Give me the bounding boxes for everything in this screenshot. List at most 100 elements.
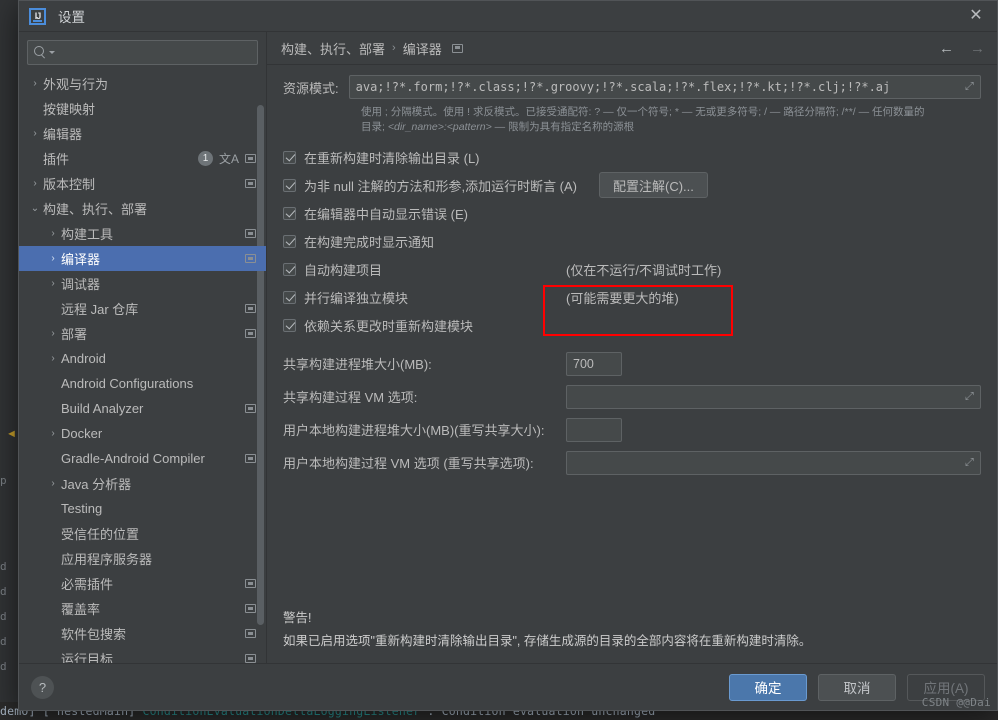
- copy-icon[interactable]: [245, 254, 256, 263]
- sidebar-item-label: 远程 Jar 仓库: [61, 302, 139, 317]
- gutter-text: d: [0, 610, 7, 623]
- field-input-0[interactable]: [566, 351, 622, 376]
- checkbox-label-5[interactable]: 并行编译独立模块: [304, 288, 408, 307]
- checkbox-2[interactable]: [283, 206, 296, 220]
- resource-pattern-input[interactable]: [348, 75, 981, 99]
- field-label-3: 用户本地构建过程 VM 选项 (重写共享选项):: [283, 456, 534, 471]
- configure-annotations-button[interactable]: 配置注解(C)...: [599, 172, 708, 198]
- copy-icon[interactable]: [245, 179, 256, 188]
- sidebar-item-label: 调试器: [61, 277, 101, 292]
- field-input-2[interactable]: [566, 417, 622, 442]
- checkbox-list: 在重新构建时清除输出目录 (L) 为非 null 注解的方法和形参,添加运行时断言…: [283, 143, 981, 339]
- checkbox-3[interactable]: [283, 234, 296, 248]
- sidebar-item-13[interactable]: Build Analyzer: [19, 396, 266, 421]
- copy-icon[interactable]: [245, 154, 256, 163]
- checkbox-5[interactable]: [283, 290, 296, 304]
- settings-content: 构建、执行、部署 › 编译器 ← → 资源模式: ⤢: [267, 32, 997, 663]
- checkbox-4[interactable]: [283, 262, 296, 276]
- copy-icon[interactable]: [245, 454, 256, 463]
- sidebar-item-4[interactable]: › 版本控制: [19, 171, 266, 196]
- field-row-2: 用户本地构建进程堆大小(MB)(重写共享大小):: [283, 413, 981, 446]
- sidebar-item-0[interactable]: › 外观与行为: [19, 71, 266, 96]
- sidebar-item-2[interactable]: › 编辑器: [19, 121, 266, 146]
- sidebar-item-label: 受信任的位置: [61, 527, 140, 542]
- checkbox-label-4[interactable]: 自动构建项目: [304, 260, 382, 279]
- sidebar-item-1[interactable]: 按键映射: [19, 96, 266, 121]
- translate-icon[interactable]: 文A: [219, 153, 239, 165]
- search-box[interactable]: [27, 40, 258, 65]
- copy-icon[interactable]: [245, 329, 256, 338]
- checkbox-6[interactable]: [283, 318, 296, 332]
- navigation-arrows: ← →: [939, 32, 985, 65]
- chevron-icon[interactable]: ›: [45, 253, 61, 264]
- copy-icon[interactable]: [451, 43, 463, 53]
- copy-icon[interactable]: [245, 604, 256, 613]
- help-button[interactable]: ?: [31, 675, 54, 699]
- sidebar-item-label: 应用程序服务器: [61, 552, 153, 567]
- sidebar-item-3[interactable]: 插件 1 文A: [19, 146, 266, 171]
- chevron-icon[interactable]: ⌄: [27, 203, 43, 214]
- sidebar-item-15[interactable]: Gradle-Android Compiler: [19, 446, 266, 471]
- warning-title: 警告!: [283, 611, 312, 625]
- sidebar-item-17[interactable]: Testing: [19, 496, 266, 521]
- chevron-icon[interactable]: ›: [45, 353, 61, 364]
- content-area: 资源模式: ⤢ 使用 ; 分隔模式。使用 ! 求反模式。已接受通配符: ? — …: [267, 65, 997, 663]
- breadcrumb-parent[interactable]: 构建、执行、部署: [281, 39, 385, 58]
- chevron-icon[interactable]: ›: [45, 278, 61, 289]
- checkbox-label-3[interactable]: 在构建完成时显示通知: [304, 232, 434, 251]
- sidebar-item-label: 构建、执行、部署: [43, 202, 148, 217]
- search-icon: [34, 46, 47, 59]
- search-input[interactable]: [59, 44, 251, 61]
- copy-icon[interactable]: [245, 304, 256, 313]
- copy-icon[interactable]: [245, 579, 256, 588]
- copy-icon[interactable]: [245, 404, 256, 413]
- field-row-0: 共享构建进程堆大小(MB):: [283, 347, 981, 380]
- checkbox-label-1[interactable]: 为非 null 注解的方法和形参,添加运行时断言 (A): [304, 176, 577, 195]
- sidebar-item-23[interactable]: 运行目标: [19, 646, 266, 663]
- sidebar-item-16[interactable]: › Java 分析器: [19, 471, 266, 496]
- sidebar-item-8[interactable]: › 调试器: [19, 271, 266, 296]
- ok-button[interactable]: 确定: [729, 673, 807, 701]
- arrow-left-icon[interactable]: ←: [939, 41, 954, 56]
- sidebar-item-9[interactable]: 远程 Jar 仓库: [19, 296, 266, 321]
- chevron-icon[interactable]: ›: [45, 478, 61, 489]
- sidebar-item-10[interactable]: › 部署: [19, 321, 266, 346]
- field-input-3[interactable]: [566, 450, 981, 475]
- sidebar-item-11[interactable]: › Android: [19, 346, 266, 371]
- settings-tree[interactable]: › 外观与行为 按键映射 › 编辑器 插件 1 文A › 版本控制 ⌄ 构建、执行、部署 › 构建工具 › 编…: [19, 69, 266, 663]
- chevron-icon[interactable]: ›: [27, 128, 43, 139]
- sidebar-item-19[interactable]: 应用程序服务器: [19, 546, 266, 571]
- sidebar-item-20[interactable]: 必需插件: [19, 571, 266, 596]
- field-input-1[interactable]: [566, 384, 981, 409]
- sidebar-item-12[interactable]: Android Configurations: [19, 371, 266, 396]
- cancel-button[interactable]: 取消: [818, 673, 896, 701]
- sidebar-item-18[interactable]: 受信任的位置: [19, 521, 266, 546]
- chevron-icon[interactable]: ›: [27, 178, 43, 189]
- close-icon[interactable]: ✕: [965, 6, 987, 26]
- chevron-icon[interactable]: ›: [45, 328, 61, 339]
- checkbox-1[interactable]: [283, 178, 296, 192]
- copy-icon[interactable]: [245, 229, 256, 238]
- arrow-right-icon[interactable]: →: [970, 41, 985, 56]
- sidebar-item-14[interactable]: › Docker: [19, 421, 266, 446]
- copy-icon[interactable]: [245, 654, 256, 663]
- sidebar-item-6[interactable]: › 构建工具: [19, 221, 266, 246]
- sidebar-item-22[interactable]: 软件包搜索: [19, 621, 266, 646]
- sidebar-item-21[interactable]: 覆盖率: [19, 596, 266, 621]
- checkbox-label-0[interactable]: 在重新构建时清除输出目录 (L): [304, 148, 480, 167]
- dialog-body: › 外观与行为 按键映射 › 编辑器 插件 1 文A › 版本控制 ⌄ 构建、执行、部署 › 构建工具 › 编…: [19, 32, 997, 663]
- copy-icon[interactable]: [245, 629, 256, 638]
- sidebar-item-icons: [245, 571, 256, 596]
- hint-line-1: 使用 ; 分隔模式。使用 ! 求反模式。已接受通配符: ? — 仅一个符号; *…: [361, 106, 925, 118]
- sidebar-item-5[interactable]: ⌄ 构建、执行、部署: [19, 196, 266, 221]
- chevron-icon[interactable]: ›: [27, 78, 43, 89]
- checkbox-0[interactable]: [283, 150, 296, 164]
- chevron-icon[interactable]: ›: [45, 428, 61, 439]
- sidebar-item-label: 运行目标: [61, 652, 114, 663]
- checkbox-label-2[interactable]: 在编辑器中自动显示错误 (E): [304, 204, 468, 223]
- sidebar-item-7[interactable]: › 编译器: [19, 246, 266, 271]
- chevron-icon[interactable]: ›: [45, 228, 61, 239]
- checkbox-row-3: 在构建完成时显示通知: [283, 227, 981, 255]
- sidebar-item-label: 编译器: [61, 252, 101, 267]
- checkbox-label-6[interactable]: 依赖关系更改时重新构建模块: [304, 316, 473, 335]
